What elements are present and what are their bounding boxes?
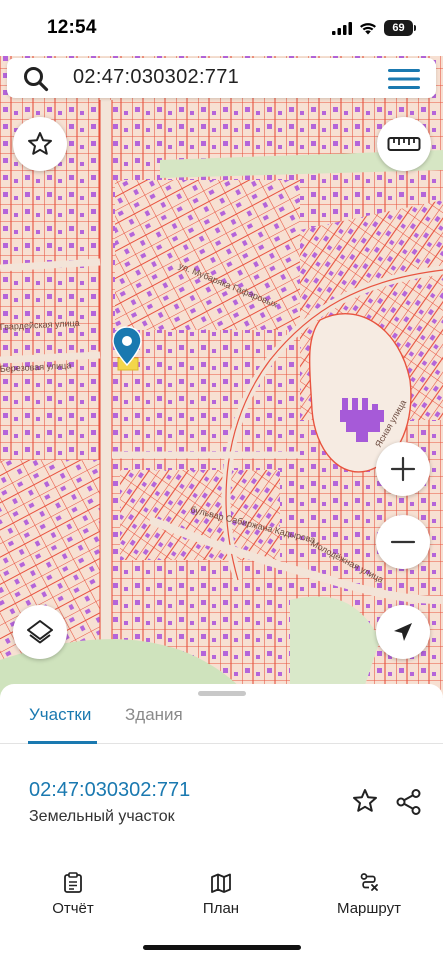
active-tab-indicator: [28, 741, 97, 744]
search-bar[interactable]: 02:47:030302:771: [7, 58, 436, 98]
favorites-button[interactable]: [13, 117, 67, 171]
my-location-button[interactable]: [376, 605, 430, 659]
map-icon: [211, 873, 231, 893]
nav-route[interactable]: Маршрут: [314, 872, 424, 917]
battery-level: 69: [392, 22, 405, 34]
nav-plan-label: План: [202, 900, 240, 917]
report-icon: [64, 872, 82, 893]
layers-icon: [27, 620, 53, 644]
zoom-out-button[interactable]: [376, 515, 430, 569]
layers-button[interactable]: [13, 605, 67, 659]
route-icon: [360, 873, 378, 891]
tab-bar: Участки Здания: [0, 700, 443, 744]
bottom-navigation: Отчёт План Маршрут: [0, 860, 443, 960]
parcel-type: Земельный участок: [29, 808, 175, 825]
hamburger-menu-icon[interactable]: [388, 68, 420, 90]
drag-handle[interactable]: [198, 691, 246, 696]
home-indicator[interactable]: [143, 945, 301, 950]
nav-plan[interactable]: План: [166, 872, 276, 917]
battery-icon: 69: [384, 20, 416, 36]
cellular-signal-icon: [332, 21, 352, 35]
nav-report[interactable]: Отчёт: [18, 872, 128, 917]
tab-buildings[interactable]: Здания: [125, 705, 183, 725]
status-time: 12:54: [47, 17, 97, 38]
parcel-cadastral-number[interactable]: 02:47:030302:771: [29, 779, 190, 802]
search-input[interactable]: 02:47:030302:771: [73, 66, 239, 89]
minus-icon: [390, 540, 416, 544]
ruler-icon: [387, 137, 421, 151]
status-bar: 12:54 69: [0, 0, 443, 56]
wifi-icon: [360, 22, 376, 34]
ruler-button[interactable]: [377, 117, 431, 171]
cadastral-map-layer[interactable]: ул. Мубаряка Гафаровых Гвардейская улица…: [0, 0, 443, 700]
plus-icon: [390, 456, 416, 482]
star-outline-icon: [28, 132, 52, 155]
status-icons: 69: [332, 20, 416, 36]
search-icon[interactable]: [23, 66, 49, 92]
map-view[interactable]: ул. Мубаряка Гафаровых Гвардейская улица…: [0, 0, 443, 700]
main-avenue: [100, 100, 112, 700]
star-outline-icon[interactable]: [351, 787, 379, 815]
zoom-in-button[interactable]: [376, 442, 430, 496]
share-icon[interactable]: [395, 788, 423, 816]
navigation-arrow-icon: [394, 623, 412, 641]
tab-parcels[interactable]: Участки: [29, 705, 91, 725]
nav-route-label: Маршрут: [337, 900, 401, 917]
nav-report-label: Отчёт: [52, 900, 94, 917]
